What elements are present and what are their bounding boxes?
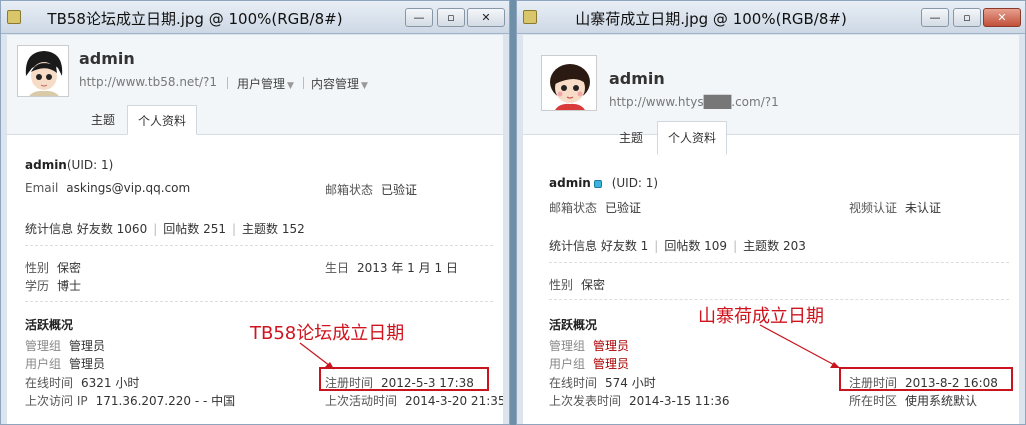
right-annotation-arrow	[759, 324, 841, 369]
